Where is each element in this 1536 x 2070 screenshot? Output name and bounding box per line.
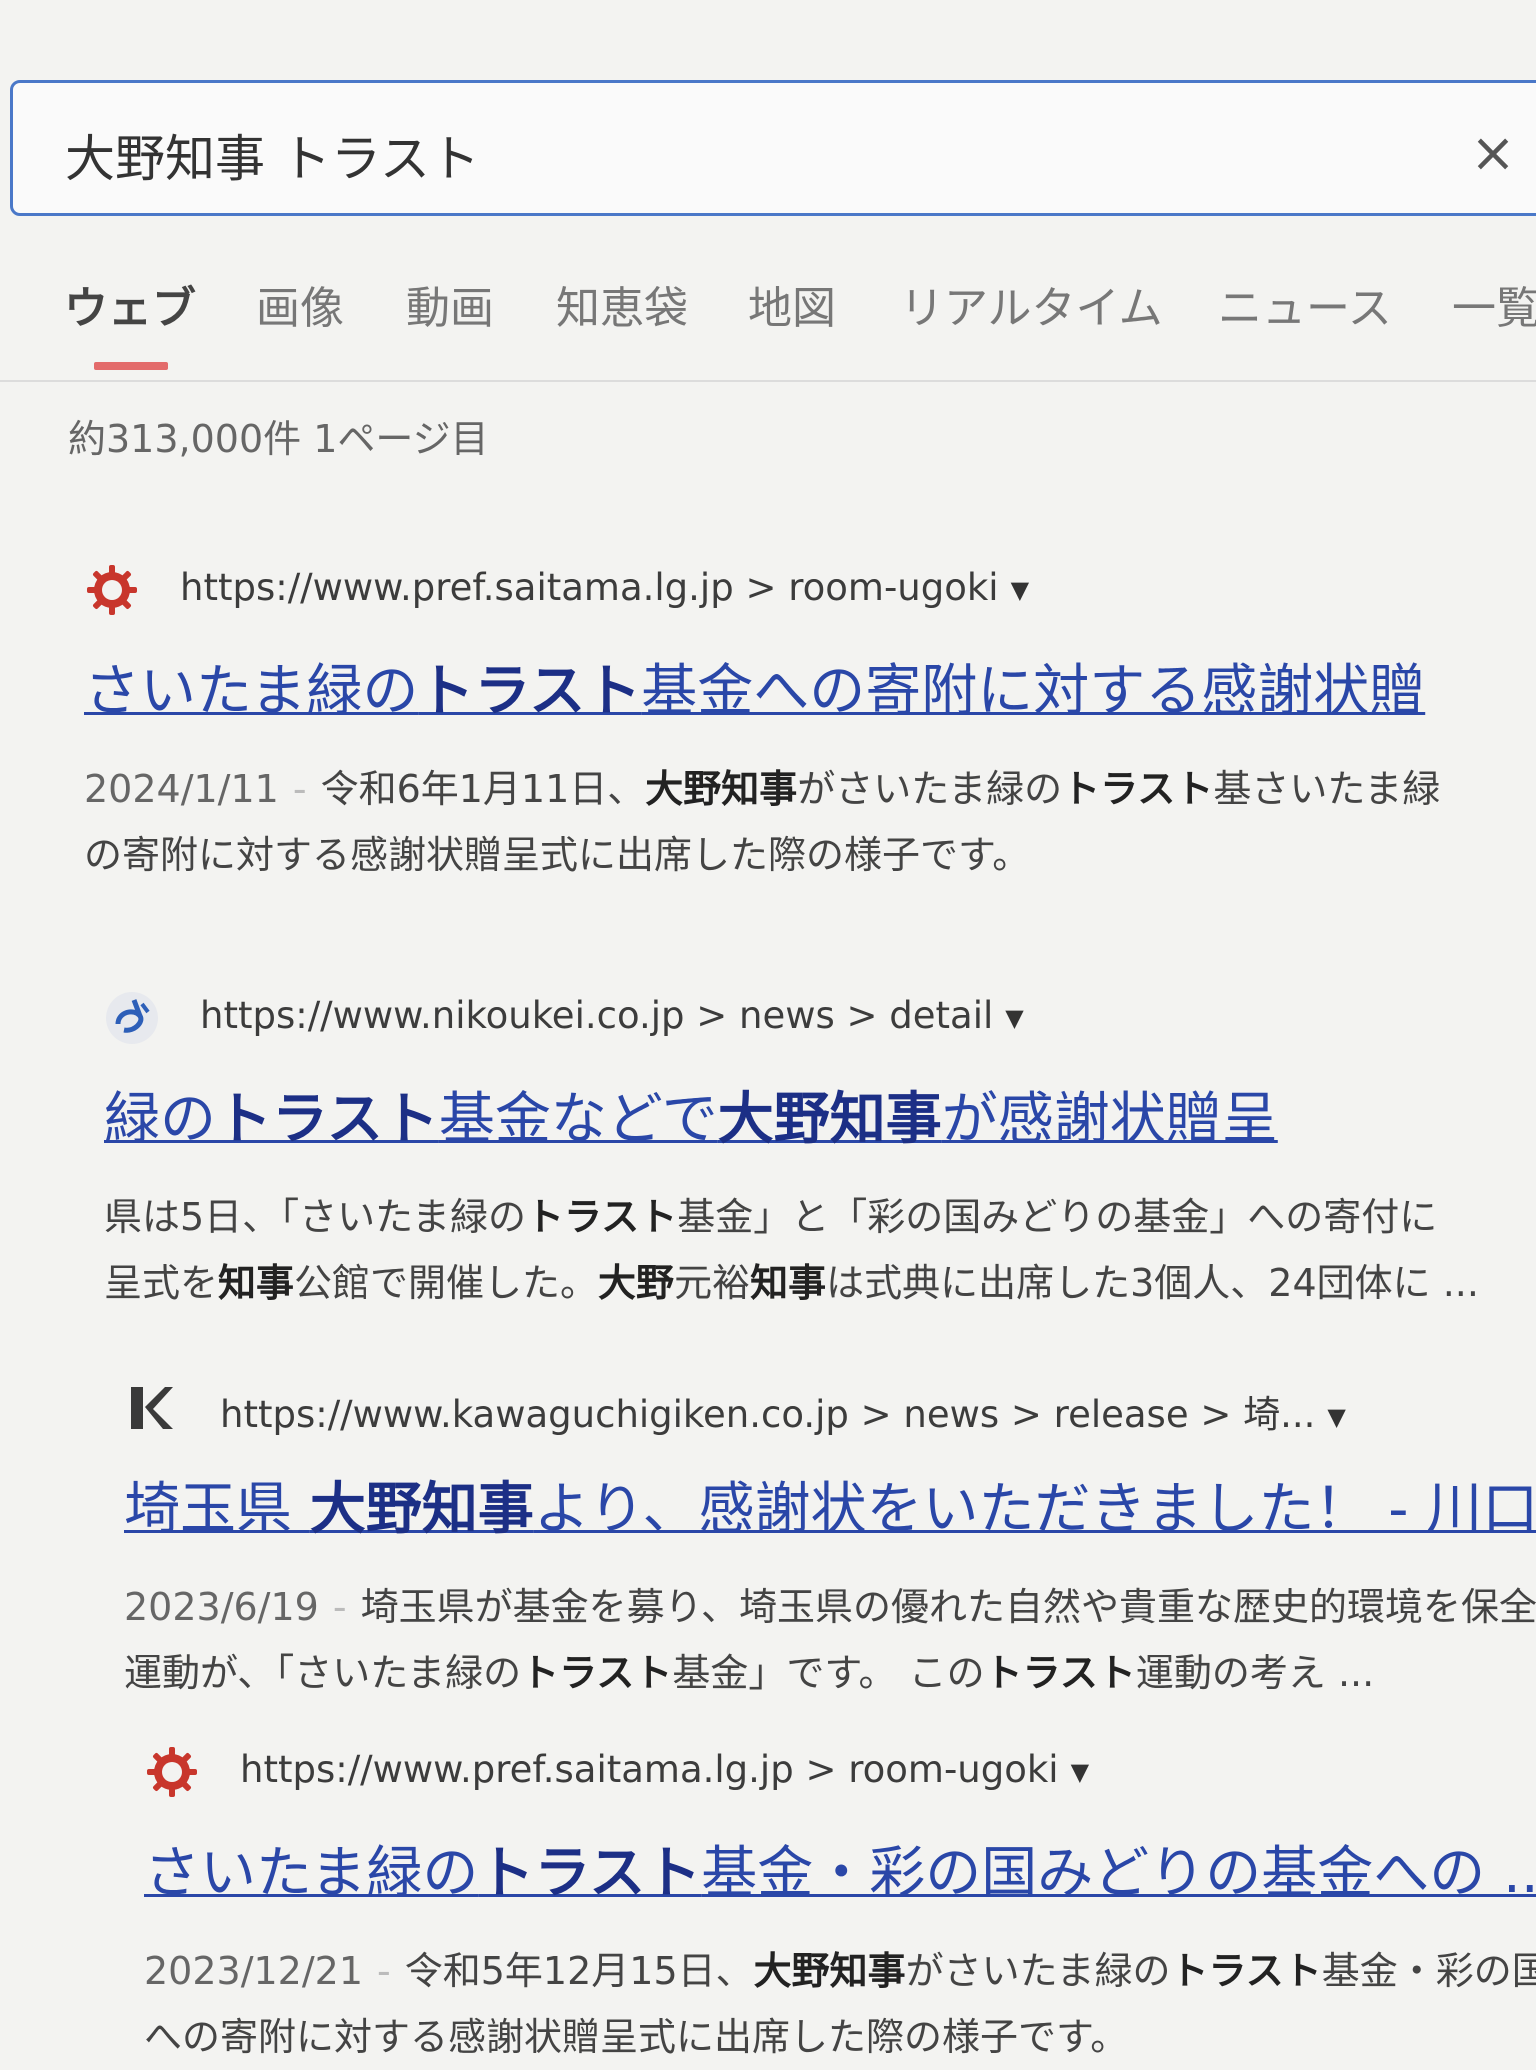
tab-images[interactable]: 画像 [256, 272, 344, 336]
chevron-down-icon[interactable]: ▼ [1071, 1758, 1089, 1786]
search-tabs: ウェブ 画像 動画 知恵袋 地図 リアルタイム ニュース 一覧 [0, 262, 1536, 380]
result-count: 約313,000件 1ページ目 [68, 417, 489, 461]
result-date: 2023/6/19 [124, 1585, 319, 1629]
result-title[interactable]: さいたま緑のトラスト基金への寄附に対する感謝状贈 [84, 646, 1425, 727]
divider [0, 380, 1536, 382]
result-url[interactable]: https://www.nikoukei.co.jp > news > deta… [200, 994, 1024, 1037]
active-tab-indicator [94, 362, 168, 370]
nikoukei-logo-icon [104, 990, 160, 1046]
tab-list[interactable]: 一覧 [1452, 272, 1536, 336]
chevron-down-icon[interactable]: ▼ [1327, 1403, 1345, 1431]
result-url[interactable]: https://www.pref.saitama.lg.jp > room-ug… [180, 566, 1029, 609]
search-input[interactable]: 大野知事 トラスト [65, 119, 480, 191]
result-title[interactable]: 緑のトラスト基金などで大野知事が感謝状贈呈 [104, 1074, 1278, 1155]
tab-realtime[interactable]: リアルタイム [900, 272, 1163, 336]
result-snippet: 2024/1/11- 令和6年1月11日、大野知事がさいたま緑のトラスト基さいたま… [84, 767, 1441, 877]
tab-maps[interactable]: 地図 [748, 272, 836, 336]
tab-chiebukuro[interactable]: 知恵袋 [556, 272, 688, 336]
saitama-emblem-icon [144, 1744, 200, 1800]
result-snippet: 県は5日、「さいたま緑のトラスト基金」と「彩の国みどりの基金」への寄付に 呈式を… [104, 1195, 1479, 1305]
result-url[interactable]: https://www.pref.saitama.lg.jp > room-ug… [240, 1748, 1089, 1791]
search-box[interactable]: 大野知事 トラスト × [10, 80, 1536, 216]
result-date: 2024/1/11 [84, 767, 279, 811]
result-date: 2023/12/21 [144, 1949, 364, 1993]
result-url[interactable]: https://www.kawaguchigiken.co.jp > news … [220, 1384, 1346, 1438]
tab-news[interactable]: ニュース [1218, 272, 1392, 336]
close-icon[interactable]: × [1463, 123, 1523, 183]
tab-web[interactable]: ウェブ [64, 272, 196, 336]
result-snippet: 2023/12/21- 令和5年12月15日、大野知事がさいたま緑のトラスト基金・… [144, 1949, 1536, 2059]
result-snippet: 2023/6/19- 埼玉県が基金を募り、埼玉県の優れた自然や貴重な歴史的環境を保… [124, 1585, 1536, 1695]
chevron-down-icon[interactable]: ▼ [1011, 576, 1029, 604]
saitama-emblem-icon [84, 562, 140, 618]
tab-videos[interactable]: 動画 [406, 272, 494, 336]
chevron-down-icon[interactable]: ▼ [1005, 1004, 1023, 1032]
kawaguchigiken-logo-icon [124, 1380, 180, 1436]
result-title[interactable]: さいたま緑のトラスト基金・彩の国みどりの基金への ... [144, 1828, 1536, 1909]
result-title[interactable]: 埼玉県 大野知事より、感謝状をいただきました！ - 川口 [124, 1464, 1536, 1545]
